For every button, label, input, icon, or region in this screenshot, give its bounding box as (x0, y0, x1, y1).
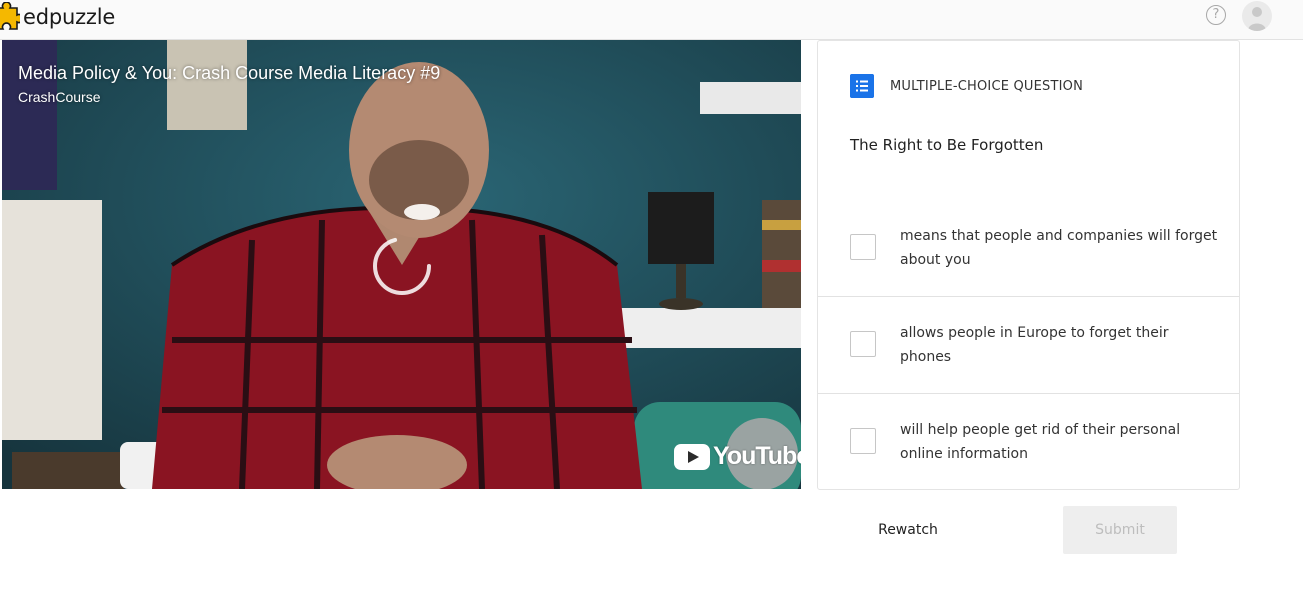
edpuzzle-logo[interactable]: edpuzzle (0, 0, 115, 34)
answer-choice[interactable]: means that people and companies will for… (818, 199, 1239, 296)
top-bar: edpuzzle ? (0, 0, 1303, 40)
puzzle-piece-icon (0, 2, 20, 30)
help-icon[interactable]: ? (1206, 5, 1226, 25)
answer-checkbox[interactable] (850, 428, 876, 454)
question-type-label: MULTIPLE-CHOICE QUESTION (890, 78, 1084, 94)
youtube-label: YouTube (713, 442, 801, 470)
answer-choice[interactable]: allows people in Europe to forget their … (818, 296, 1239, 393)
question-text: The Right to Be Forgotten (850, 136, 1044, 154)
video-player[interactable]: Media Policy & You: Crash Course Media L… (2, 40, 801, 489)
logo-text: edpuzzle (23, 5, 116, 29)
answer-label: will help people get rid of their person… (900, 422, 1181, 462)
answer-label: means that people and companies will for… (900, 228, 1218, 268)
youtube-watermark[interactable]: YouTube (674, 442, 801, 471)
video-title: Media Policy & You: Crash Course Media L… (18, 63, 441, 83)
user-avatar[interactable] (1242, 1, 1272, 31)
question-type: MULTIPLE-CHOICE QUESTION (850, 74, 1083, 98)
video-channel: CrashCourse (18, 89, 101, 105)
answer-checkbox[interactable] (850, 234, 876, 260)
checklist-icon (850, 74, 874, 98)
answer-label: allows people in Europe to forget their … (900, 325, 1169, 365)
loading-spinner-icon (373, 237, 431, 295)
answer-choice[interactable]: will help people get rid of their person… (818, 393, 1239, 490)
answer-checkbox[interactable] (850, 331, 876, 357)
question-panel: MULTIPLE-CHOICE QUESTION The Right to Be… (817, 40, 1240, 490)
submit-button[interactable]: Submit (1063, 506, 1177, 554)
youtube-play-icon (674, 443, 710, 470)
rewatch-button[interactable]: Rewatch (856, 506, 960, 554)
person-icon (1248, 7, 1266, 31)
